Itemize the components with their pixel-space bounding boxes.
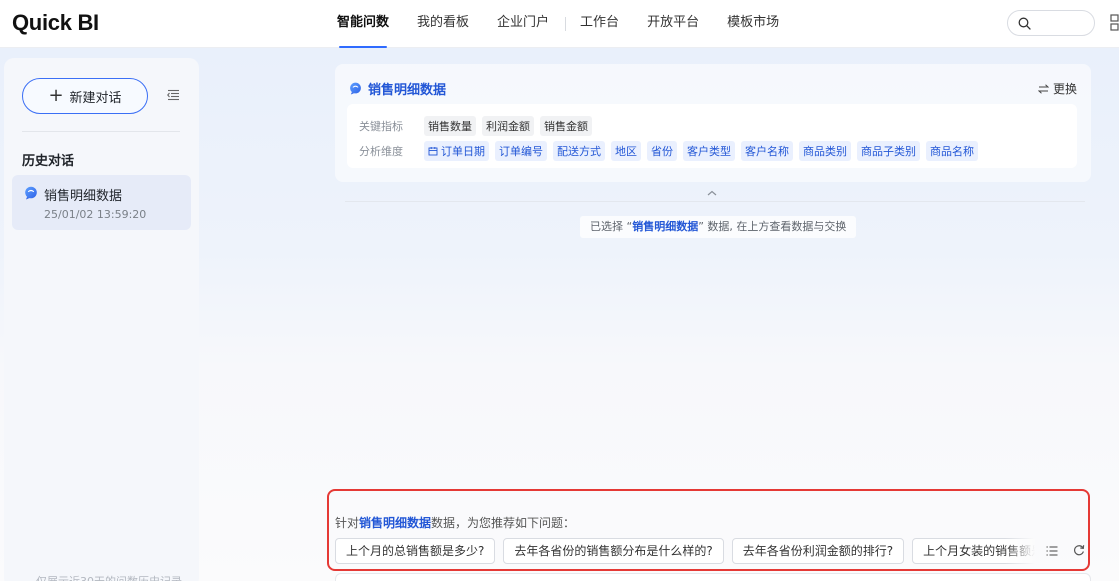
dimension-chip[interactable]: 客户类型 [683,141,735,161]
metric-chip[interactable]: 利润金额 [482,116,534,136]
dimension-chip[interactable]: 地区 [611,141,641,161]
dataset-title: 销售明细数据 [368,83,447,98]
change-dataset-label: 更换 [1052,82,1077,96]
chat-bubble-icon [350,82,361,95]
dataset-card: 销售明细数据 更换 关键指标 销售数量 利润金额 销售金额 分析维度 订单日期 … [335,64,1091,182]
sidebar-divider [22,131,180,132]
dimension-chip-label: 订单日期 [441,145,485,158]
refresh-icon[interactable] [1073,544,1085,559]
recommended-question[interactable]: 上个月的总销售额是多少? [335,538,496,564]
history-item-name: 销售明细数据 [44,189,123,204]
recommended-question[interactable]: 去年各省份利润金额的排行? [731,538,905,564]
search-icon [1018,17,1031,30]
swap-icon [1037,83,1049,94]
dimension-chip[interactable]: 订单编号 [495,141,547,161]
sidebar: + 新建对话 历史对话 销售明细数据 25/01/02 13:59:20 仅展示… [4,58,199,581]
history-footer-note: 仅展示近30天的问数历史记录 [36,573,182,581]
history-item-time: 25/01/02 13:59:20 [44,208,147,221]
history-item[interactable]: 销售明细数据 25/01/02 13:59:20 [12,175,191,230]
metric-chip[interactable]: 销售金额 [540,116,592,136]
top-navbar: Quick BI 智能问数 我的看板 企业门户 工作台 开放平台 模板市场 [0,0,1119,48]
card-divider [345,201,1085,202]
nav-divider [565,17,567,31]
recommended-questions-list: 上个月的总销售额是多少? 去年各省份的销售额分布是什么样的? 去年各省份利润金额… [335,538,1035,566]
dimensions-label: 分析维度 [359,145,403,158]
metrics-row: 关键指标 销售数量 利润金额 销售金额 [359,116,598,136]
notice-suffix: ” 数据, 在上方查看数据与交换 [698,220,847,233]
dimensions-row: 分析维度 订单日期 订单编号 配送方式 地区 省份 客户类型 客户名称 商品类别… [359,141,984,161]
new-chat-button[interactable]: + 新建对话 [22,78,148,114]
recommend-dataset: 销售明细数据 [359,516,432,530]
calendar-icon [428,147,438,156]
nav-item-open-platform[interactable]: 开放平台 [635,0,711,48]
dimension-chip[interactable]: 订单日期 [424,141,489,161]
search-input[interactable] [1007,10,1095,36]
dimension-chip[interactable]: 商品名称 [926,141,978,161]
metric-chip[interactable]: 销售数量 [424,116,476,136]
change-dataset-button[interactable]: 更换 [1037,80,1077,97]
chevron-up-icon[interactable] [706,186,718,200]
new-chat-label: 新建对话 [69,90,122,106]
recommend-prefix: 针对 [335,516,360,530]
nav-item-workbench[interactable]: 工作台 [568,0,631,48]
dataset-header: 销售明细数据 [349,79,446,98]
grid-icon[interactable] [1110,14,1119,32]
recommended-questions-panel: 针对销售明细数据数据，为您推荐如下问题： 上个月的总销售额是多少? 去年各省份的… [327,489,1090,571]
list-icon[interactable] [1046,545,1058,559]
app-logo[interactable]: Quick BI [12,10,99,36]
notice-prefix: 已选择 “ [590,220,633,233]
main-nav: 智能问数 我的看板 企业门户 工作台 开放平台 模板市场 [325,0,795,48]
dataset-selected-notice: 已选择 “销售明细数据” 数据, 在上方查看数据与交换 [580,216,857,238]
collapse-sidebar-icon[interactable] [166,88,180,105]
history-title: 历史对话 [22,154,75,169]
recommended-question[interactable]: 上个月女装的销售额是多少? [912,538,1035,564]
nav-item-portal[interactable]: 企业门户 [485,0,561,48]
dimension-chip[interactable]: 配送方式 [553,141,605,161]
dimension-chip[interactable]: 客户名称 [741,141,793,161]
notice-dataset: 销售明细数据 [632,220,699,233]
chat-bubble-icon [25,186,37,200]
nav-item-smart-query[interactable]: 智能问数 [325,0,401,48]
question-input[interactable] [335,573,1091,581]
metrics-label: 关键指标 [359,120,403,133]
dimension-chip[interactable]: 省份 [647,141,677,161]
dimension-chip[interactable]: 商品类别 [799,141,851,161]
nav-item-my-dashboards[interactable]: 我的看板 [405,0,481,48]
dimension-chip[interactable]: 商品子类别 [857,141,920,161]
dataset-fields-panel: 关键指标 销售数量 利润金额 销售金额 分析维度 订单日期 订单编号 配送方式 … [347,104,1077,168]
recommend-suffix: 数据，为您推荐如下问题： [431,516,576,530]
recommended-question[interactable]: 去年各省份的销售额分布是什么样的? [503,538,724,564]
nav-item-template-market[interactable]: 模板市场 [715,0,791,48]
recommend-title: 针对销售明细数据数据，为您推荐如下问题： [335,514,575,531]
plus-icon: + [48,85,64,106]
